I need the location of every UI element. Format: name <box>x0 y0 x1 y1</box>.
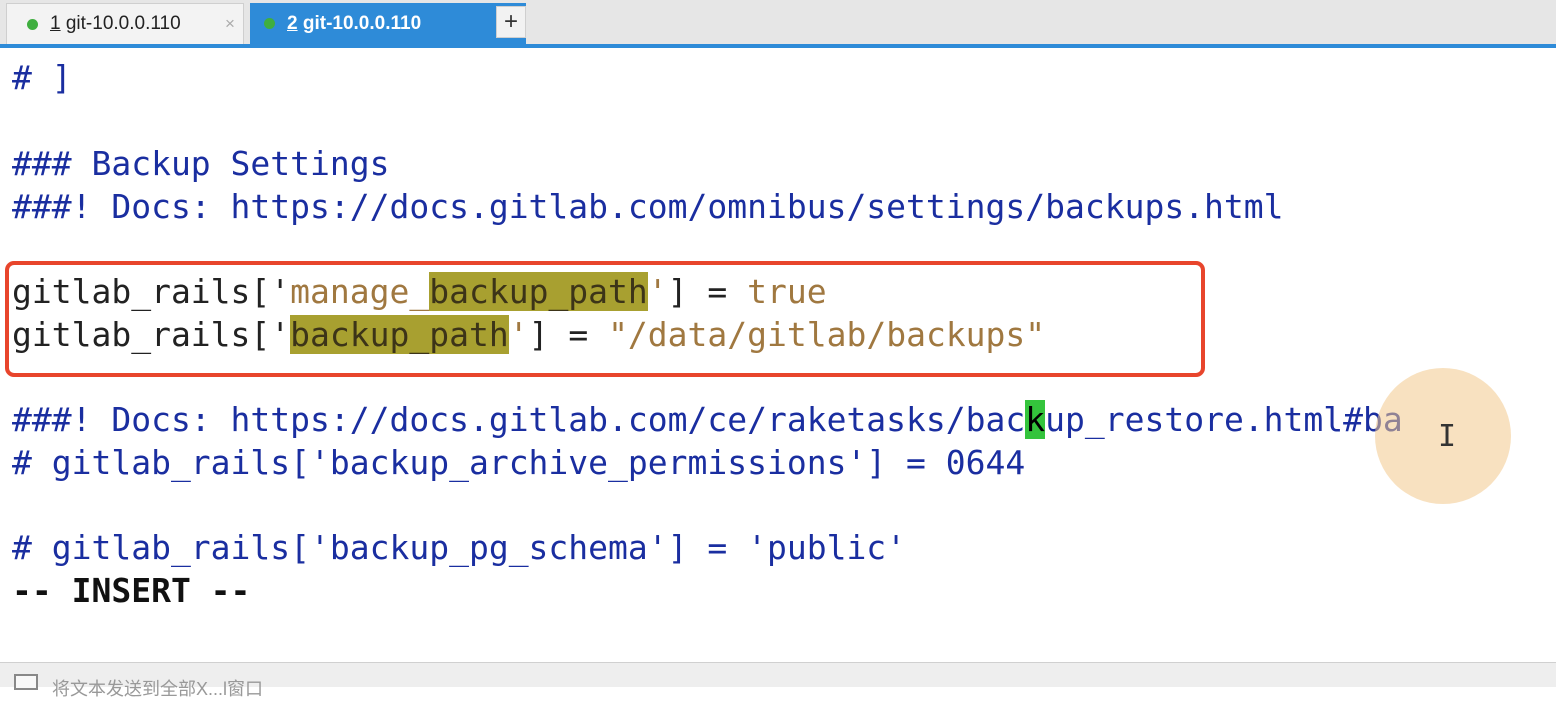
tab-title: git-10.0.0.110 <box>297 12 422 34</box>
annotation-box <box>5 261 1205 377</box>
tab-bar: 1 git-10.0.0.110 × 2 git-10.0.0.110 × + <box>0 0 1556 48</box>
tab-session-2[interactable]: 2 git-10.0.0.110 × <box>250 3 526 44</box>
code-line: # gitlab_rails['backup_archive_permissio… <box>12 443 1026 482</box>
close-icon[interactable]: × <box>217 14 243 34</box>
add-tab-button[interactable]: + <box>496 6 526 38</box>
code-line: ###! Docs: https://docs.gitlab.com/omnib… <box>12 187 1284 226</box>
connected-status-icon <box>27 18 38 30</box>
connected-status-icon <box>264 18 275 29</box>
tab-title: git-10.0.0.110 <box>60 13 181 34</box>
code-line: ###! Docs: https://docs.gitlab.com/ce/ra… <box>12 400 1403 439</box>
tab-session-1[interactable]: 1 git-10.0.0.110 × <box>6 3 244 44</box>
text-cursor-icon: I <box>1438 419 1457 454</box>
send-text-icon[interactable] <box>14 674 38 690</box>
text-cursor: k <box>1025 400 1046 439</box>
code-line: ### Backup Settings <box>12 144 390 183</box>
tab-label: 2 git-10.0.0.110 <box>287 13 500 35</box>
tab-label: 1 git-10.0.0.110 <box>50 13 217 35</box>
tab-number: 2 <box>287 12 298 34</box>
status-text: 将文本发送到全部X...l窗口 <box>52 679 264 699</box>
code-line: # ] <box>12 58 72 97</box>
status-bar: 将文本发送到全部X...l窗口 <box>0 662 1556 699</box>
tab-number: 1 <box>50 13 61 34</box>
code-line: # gitlab_rails['backup_pg_schema'] = 'pu… <box>12 528 907 567</box>
vim-mode-indicator: -- INSERT -- <box>12 571 251 610</box>
